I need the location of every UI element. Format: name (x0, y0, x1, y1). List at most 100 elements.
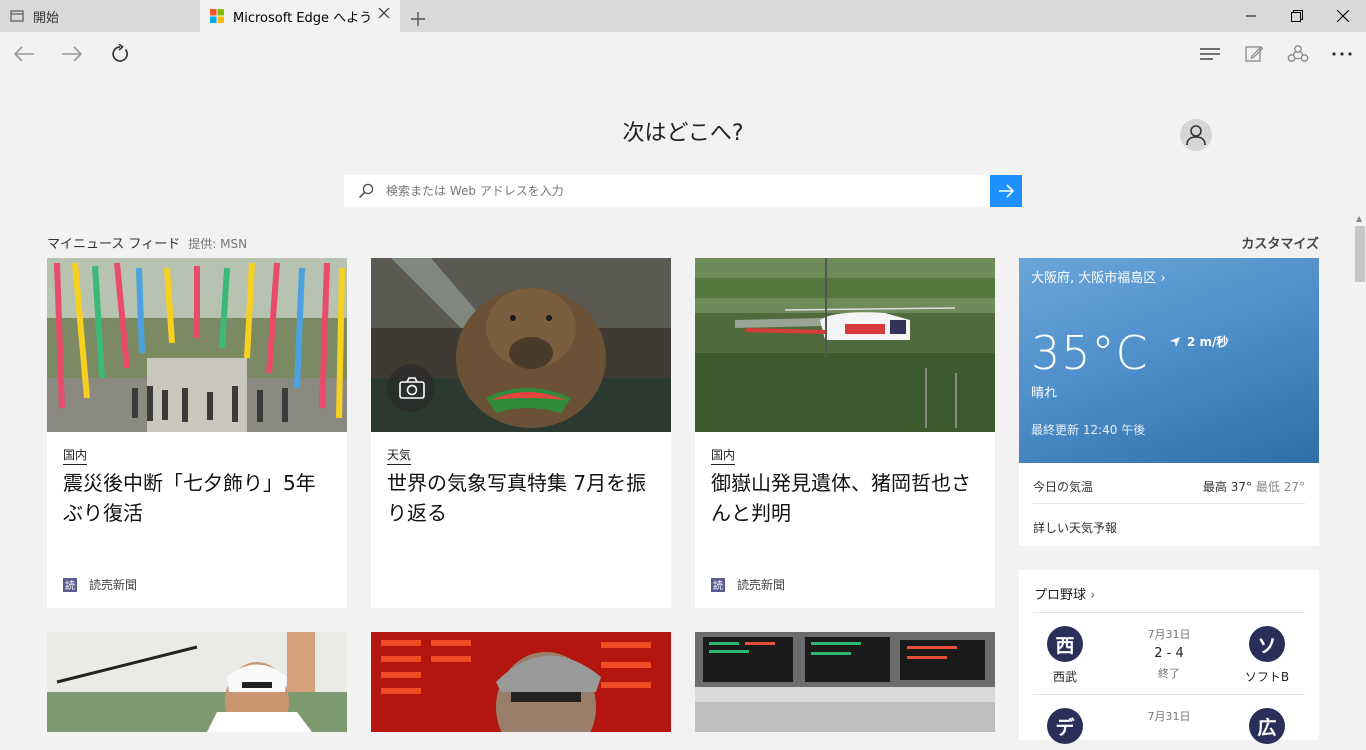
divider (1033, 694, 1305, 695)
baseball-title-text: プロ野球 (1034, 588, 1087, 603)
refresh-icon[interactable] (107, 42, 133, 66)
scroll-up-icon[interactable]: ▲ (1356, 214, 1362, 223)
news-card[interactable] (371, 632, 671, 732)
restore-icon[interactable] (1274, 0, 1320, 32)
weather-high-low: 最高 37° 最低 27° (1203, 478, 1305, 495)
baseball-widget: プロ野球 › 西 西武 7月31日 2 - 4 終了 ソ ソフトB デ 7月31… (1019, 570, 1319, 744)
tab-start[interactable]: 開始 (0, 0, 200, 32)
share-icon[interactable] (1285, 42, 1311, 66)
news-card[interactable] (47, 632, 347, 732)
weather-forecast-link[interactable]: 詳しい天気予報 (1033, 519, 1117, 536)
minimize-icon[interactable] (1228, 0, 1274, 32)
team-logo-icon: 西 (1047, 626, 1083, 662)
game-score[interactable]: 7月31日 (1129, 708, 1209, 724)
search-go-button[interactable] (990, 175, 1022, 207)
user-avatar-icon[interactable] (1180, 119, 1212, 151)
feed-title: マイニュース フィード 提供: MSN (47, 233, 247, 252)
team-home[interactable]: 西 西武 (1035, 626, 1095, 685)
news-headline[interactable]: 世界の気象写真特集 7月を振り返る (387, 468, 659, 528)
news-card[interactable] (695, 632, 995, 732)
news-image-stocks (371, 632, 671, 732)
team-logo-icon: ソ (1249, 626, 1285, 662)
news-image-golfer (47, 632, 347, 732)
game-date: 7月31日 (1147, 628, 1191, 641)
game-score[interactable]: 7月31日 2 - 4 終了 (1129, 626, 1209, 681)
wind-direction-icon (1169, 336, 1181, 348)
news-source-name: 読売新聞 (737, 578, 786, 592)
news-headline[interactable]: 震災後中断「七夕飾り」5年ぶり復活 (63, 468, 335, 528)
news-source-name: 読売新聞 (89, 578, 138, 592)
divider (1033, 612, 1305, 613)
weather-high: 37° (1230, 480, 1253, 494)
weather-wind: 2 m/秒 (1169, 333, 1228, 350)
search-bar (344, 175, 990, 207)
weather-location[interactable]: 大阪府, 大阪市福島区 › (1031, 267, 1166, 286)
team-away[interactable]: ソ ソフトB (1237, 626, 1297, 685)
team-name: 西武 (1052, 670, 1077, 684)
search-input[interactable] (384, 183, 944, 199)
camera-icon (399, 377, 425, 403)
web-note-icon[interactable] (1241, 42, 1267, 66)
tab-label: Microsoft Edge へようこそ (233, 10, 371, 26)
news-card[interactable]: 天気 世界の気象写真特集 7月を振り返る (371, 258, 671, 608)
page-scrollbar[interactable]: ▲ (1354, 212, 1366, 728)
weather-updated: 最終更新 12:40 午後 (1031, 423, 1146, 437)
weather-today-label: 今日の気温 (1033, 480, 1094, 494)
news-image-helicopter (695, 258, 995, 432)
new-tab-button[interactable] (408, 4, 428, 31)
hub-icon[interactable] (1197, 42, 1223, 66)
arrow-right-icon (999, 184, 1014, 198)
weather-wind-value: 2 m/秒 (1187, 335, 1229, 349)
feed-title-text: マイニュース フィード (47, 237, 181, 252)
news-source: 読 読売新聞 (63, 576, 137, 593)
team-logo-icon: 広 (1249, 708, 1285, 744)
weather-temperature: 35°C (1031, 326, 1149, 380)
chevron-right-icon: › (1160, 271, 1166, 286)
baseball-title[interactable]: プロ野球 › (1034, 584, 1095, 603)
news-category[interactable]: 天気 (387, 446, 412, 465)
weather-location-text: 大阪府, 大阪市福島区 (1031, 271, 1157, 286)
tab-bar: 開始 Microsoft Edge へようこそ (0, 0, 1366, 32)
close-tab-icon[interactable] (378, 7, 390, 23)
blank-page-icon (10, 9, 24, 23)
source-logo-icon: 読 (63, 577, 77, 592)
weather-condition: 晴れ (1031, 386, 1058, 401)
weather-today-row: 今日の気温 最高 37° 最低 27° (1033, 478, 1305, 495)
news-card[interactable]: 国内 震災後中断「七夕飾り」5年ぶり復活 読 読売新聞 (47, 258, 347, 608)
news-image-tanabata (47, 258, 347, 432)
news-image-bear (371, 258, 671, 432)
team-away[interactable]: 広 (1237, 708, 1297, 750)
source-logo-icon: 読 (711, 577, 725, 592)
tab-label: 開始 (33, 10, 60, 26)
news-category[interactable]: 国内 (711, 446, 736, 465)
search-icon (358, 183, 374, 199)
game-result: 2 - 4 (1154, 646, 1184, 661)
game-status: 終了 (1158, 667, 1180, 680)
page-heading: 次はどこへ? (622, 121, 744, 146)
scrollbar-thumb[interactable] (1355, 226, 1365, 282)
news-headline[interactable]: 御嶽山発見遺体、猪岡哲也さんと判明 (711, 468, 983, 528)
team-home[interactable]: デ (1035, 708, 1095, 750)
news-source: 読 読売新聞 (711, 576, 785, 593)
team-logo-icon: デ (1047, 708, 1083, 744)
weather-low-label: 最低 (1255, 480, 1280, 494)
weather-panel[interactable]: 大阪府, 大阪市福島区 › 35°C 2 m/秒 晴れ 最終更新 12:40 午… (1019, 258, 1319, 463)
news-card[interactable]: 国内 御嶽山発見遺体、猪岡哲也さんと判明 読 読売新聞 (695, 258, 995, 608)
news-category[interactable]: 国内 (63, 446, 88, 465)
game-date: 7月31日 (1147, 710, 1191, 723)
microsoft-logo-icon (210, 9, 224, 23)
chevron-right-icon: › (1090, 588, 1096, 603)
team-name: ソフトB (1244, 670, 1290, 684)
tab-welcome[interactable]: Microsoft Edge へようこそ (200, 0, 400, 32)
close-icon[interactable] (1320, 0, 1366, 32)
weather-high-label: 最高 (1202, 480, 1227, 494)
divider (1033, 503, 1305, 504)
customize-link[interactable]: カスタマイズ (1200, 233, 1319, 252)
feed-provider: 提供: MSN (188, 237, 248, 251)
back-arrow-icon[interactable] (11, 42, 37, 66)
forward-arrow-icon[interactable] (59, 42, 85, 66)
news-image-trading-floor (695, 632, 995, 732)
more-icon[interactable] (1329, 42, 1355, 66)
weather-low: 27° (1283, 480, 1305, 494)
navigation-toolbar (0, 32, 1366, 76)
